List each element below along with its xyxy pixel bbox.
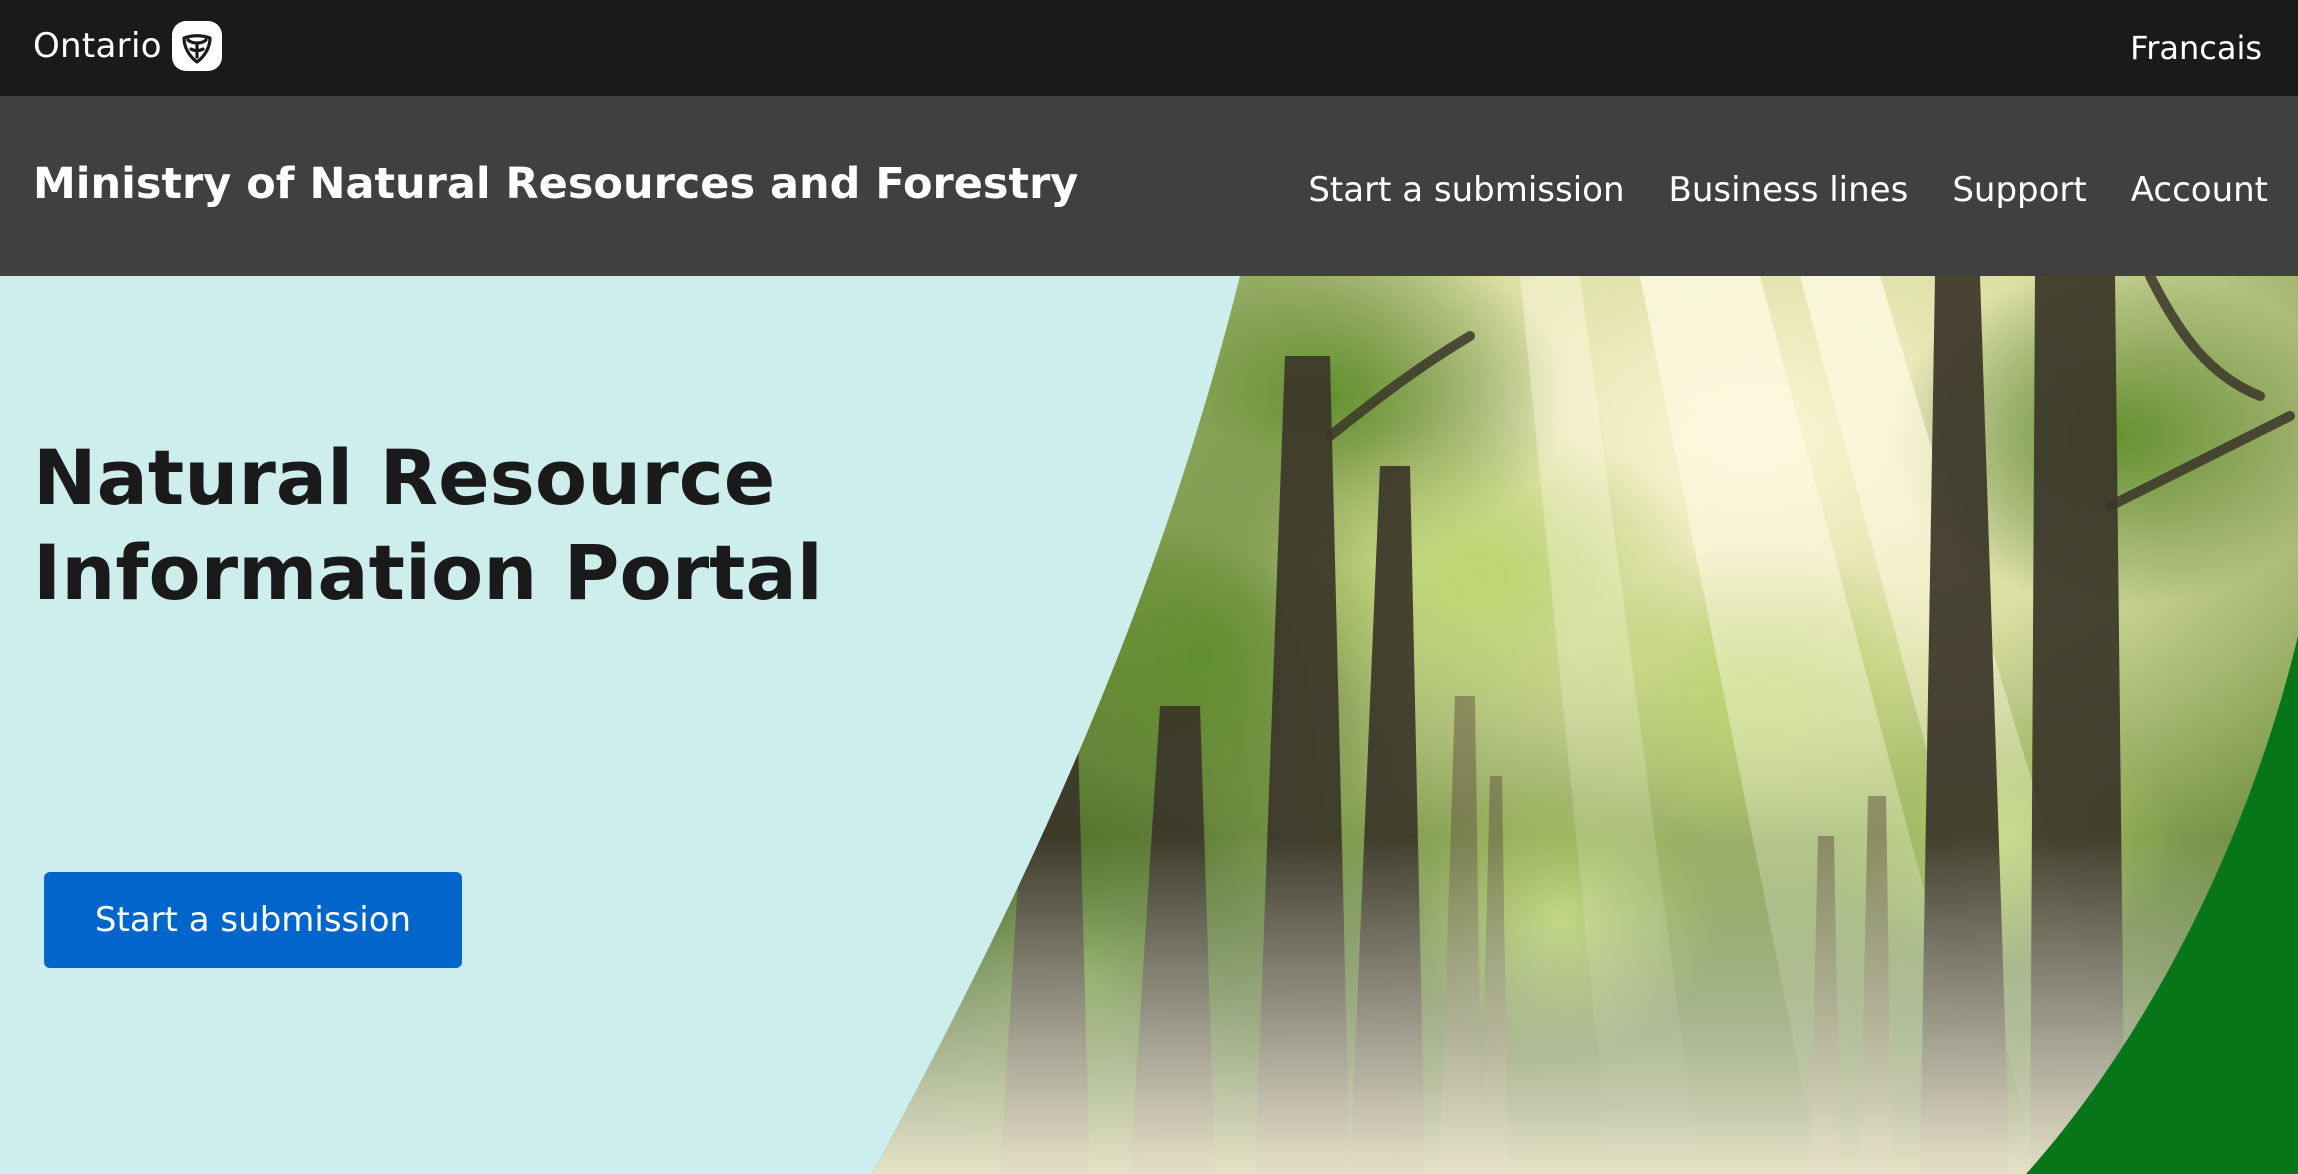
- nav-item-account[interactable]: Account: [2131, 166, 2268, 214]
- government-header: Ontario Francais: [0, 0, 2298, 96]
- ministry-navbar: Ministry of Natural Resources and Forest…: [0, 96, 2298, 276]
- start-submission-button[interactable]: Start a submission: [44, 872, 462, 968]
- ontario-trillium-icon: [171, 21, 222, 71]
- language-toggle-link[interactable]: Francais: [2130, 26, 2262, 70]
- nav-item-support[interactable]: Support: [1952, 166, 2086, 214]
- ontario-logo-link[interactable]: Ontario: [33, 20, 222, 72]
- hero-banner: Natural Resource Information Portal Star…: [0, 276, 2298, 1174]
- nav-item-start-submission[interactable]: Start a submission: [1308, 166, 1624, 214]
- ontario-logo-text: Ontario: [33, 26, 162, 66]
- page: Ontario Francais Ministry of Natural Res…: [0, 0, 2298, 1174]
- hero-forest-image: [872, 276, 2298, 1174]
- ministry-title: Ministry of Natural Resources and Forest…: [33, 159, 1079, 209]
- hero-title: Natural Resource Information Portal: [33, 433, 823, 617]
- nav-item-business-lines[interactable]: Business lines: [1669, 166, 1909, 214]
- main-nav-menu: Start a submission Business lines Suppor…: [1264, 166, 2268, 214]
